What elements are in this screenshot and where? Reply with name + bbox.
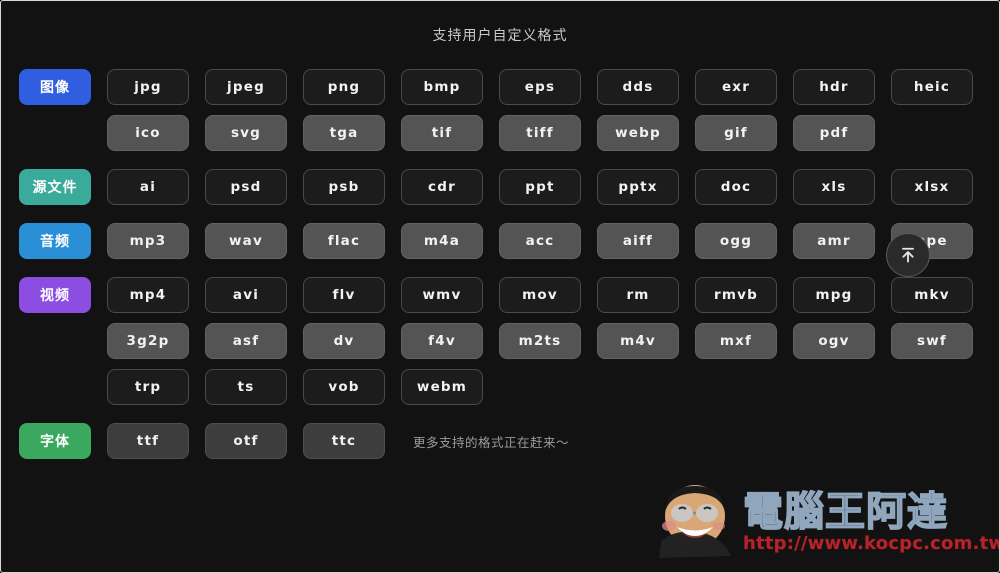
arrow-up-to-line-icon (902, 247, 914, 263)
format-row: trp ts vob webm (19, 369, 981, 405)
badge-spacer (19, 115, 91, 151)
format-chip-swf[interactable]: swf (891, 323, 973, 359)
format-chip-psb[interactable]: psb (303, 169, 385, 205)
format-chip-rmvb[interactable]: rmvb (695, 277, 777, 313)
format-chip-ts[interactable]: ts (205, 369, 287, 405)
format-group-source-file: 源文件 ai psd psb cdr ppt pptx doc xls xlsx (19, 169, 981, 205)
watermark-avatar-icon (651, 482, 737, 562)
format-chip-m4v[interactable]: m4v (597, 323, 679, 359)
format-support-panel: 支持用户自定义格式 图像 jpg jpeg png bmp eps dds exr hdr hei… (0, 0, 1000, 573)
format-chip-m4a[interactable]: m4a (401, 223, 483, 259)
format-chip-mxf[interactable]: mxf (695, 323, 777, 359)
format-chip-tif[interactable]: tif (401, 115, 483, 151)
format-chip-ppt[interactable]: ppt (499, 169, 581, 205)
format-chip-mpg[interactable]: mpg (793, 277, 875, 313)
format-chip-flv[interactable]: flv (303, 277, 385, 313)
category-badge-source-file[interactable]: 源文件 (19, 169, 91, 205)
format-chip-wav[interactable]: wav (205, 223, 287, 259)
format-chip-heic[interactable]: heic (891, 69, 973, 105)
more-formats-note: 更多支持的格式正在赶来～ (413, 434, 570, 450)
watermark-brand: 電腦王阿達 (742, 488, 948, 535)
format-chip-mkv[interactable]: mkv (891, 277, 973, 313)
format-chip-ttf[interactable]: ttf (107, 423, 189, 459)
format-chip-jpeg[interactable]: jpeg (205, 69, 287, 105)
site-watermark: 電腦王阿達 http://www.kocpc.com.tw (651, 478, 999, 566)
format-chip-mp4[interactable]: mp4 (107, 277, 189, 313)
format-chip-f4v[interactable]: f4v (401, 323, 483, 359)
format-chip-webp[interactable]: webp (597, 115, 679, 151)
format-group-image: 图像 jpg jpeg png bmp eps dds exr hdr heic ico svg tga… (19, 69, 981, 151)
format-chip-asf[interactable]: asf (205, 323, 287, 359)
format-chip-m2ts[interactable]: m2ts (499, 323, 581, 359)
cartoon-face-icon (659, 485, 731, 558)
format-row: 字体 ttf otf ttc 更多支持的格式正在赶来～ (19, 423, 981, 459)
format-chip-gif[interactable]: gif (695, 115, 777, 151)
format-row: 视频 mp4 avi flv wmv mov rm rmvb mpg mkv (19, 277, 981, 313)
format-row: 源文件 ai psd psb cdr ppt pptx doc xls xlsx (19, 169, 981, 205)
format-chip-wmv[interactable]: wmv (401, 277, 483, 313)
format-chip-dds[interactable]: dds (597, 69, 679, 105)
format-chip-jpg[interactable]: jpg (107, 69, 189, 105)
format-chip-ogg[interactable]: ogg (695, 223, 777, 259)
format-chip-trp[interactable]: trp (107, 369, 189, 405)
format-row: ico svg tga tif tiff webp gif pdf (19, 115, 981, 151)
format-group-font: 字体 ttf otf ttc 更多支持的格式正在赶来～ (19, 423, 981, 459)
format-chip-rm[interactable]: rm (597, 277, 679, 313)
format-chip-tga[interactable]: tga (303, 115, 385, 151)
format-group-video: 视频 mp4 avi flv wmv mov rm rmvb mpg mkv 3g2p asf dv f4… (19, 277, 981, 405)
format-chip-eps[interactable]: eps (499, 69, 581, 105)
format-chip-png[interactable]: png (303, 69, 385, 105)
format-chip-ogv[interactable]: ogv (793, 323, 875, 359)
format-row: 3g2p asf dv f4v m2ts m4v mxf ogv swf (19, 323, 981, 359)
format-chip-3g2p[interactable]: 3g2p (107, 323, 189, 359)
format-chip-cdr[interactable]: cdr (401, 169, 483, 205)
format-chip-dv[interactable]: dv (303, 323, 385, 359)
scroll-to-top-button[interactable] (886, 233, 930, 277)
format-chip-exr[interactable]: exr (695, 69, 777, 105)
format-chip-doc[interactable]: doc (695, 169, 777, 205)
format-chip-mov[interactable]: mov (499, 277, 581, 313)
badge-spacer (19, 323, 91, 359)
format-groups: 图像 jpg jpeg png bmp eps dds exr hdr heic ico svg tga… (1, 69, 999, 459)
format-chip-hdr[interactable]: hdr (793, 69, 875, 105)
page-title: 支持用户自定义格式 (432, 28, 568, 44)
format-chip-ico[interactable]: ico (107, 115, 189, 151)
format-row: 音频 mp3 wav flac m4a acc aiff ogg amr ape (19, 223, 981, 259)
badge-spacer (19, 369, 91, 405)
format-row: 图像 jpg jpeg png bmp eps dds exr hdr heic (19, 69, 981, 105)
format-group-audio: 音频 mp3 wav flac m4a acc aiff ogg amr ape (19, 223, 981, 259)
format-chip-amr[interactable]: amr (793, 223, 875, 259)
watermark-url: http://www.kocpc.com.tw (743, 532, 1000, 554)
format-chip-aiff[interactable]: aiff (597, 223, 679, 259)
format-chip-acc[interactable]: acc (499, 223, 581, 259)
category-badge-audio[interactable]: 音频 (19, 223, 91, 259)
format-chip-tiff[interactable]: tiff (499, 115, 581, 151)
format-chip-avi[interactable]: avi (205, 277, 287, 313)
watermark-text: 電腦王阿達 http://www.kocpc.com.tw (742, 488, 1000, 554)
format-chip-svg[interactable]: svg (205, 115, 287, 151)
format-chip-bmp[interactable]: bmp (401, 69, 483, 105)
format-chip-flac[interactable]: flac (303, 223, 385, 259)
category-badge-image[interactable]: 图像 (19, 69, 91, 105)
format-chip-ai[interactable]: ai (107, 169, 189, 205)
category-badge-video[interactable]: 视频 (19, 277, 91, 313)
format-chip-psd[interactable]: psd (205, 169, 287, 205)
format-chip-pdf[interactable]: pdf (793, 115, 875, 151)
format-chip-xlsx[interactable]: xlsx (891, 169, 973, 205)
format-chip-vob[interactable]: vob (303, 369, 385, 405)
format-chip-webm[interactable]: webm (401, 369, 483, 405)
panel-header: 支持用户自定义格式 (1, 1, 999, 69)
format-chip-pptx[interactable]: pptx (597, 169, 679, 205)
format-chip-otf[interactable]: otf (205, 423, 287, 459)
format-chip-mp3[interactable]: mp3 (107, 223, 189, 259)
format-chip-ttc[interactable]: ttc (303, 423, 385, 459)
format-chip-xls[interactable]: xls (793, 169, 875, 205)
category-badge-font[interactable]: 字体 (19, 423, 91, 459)
